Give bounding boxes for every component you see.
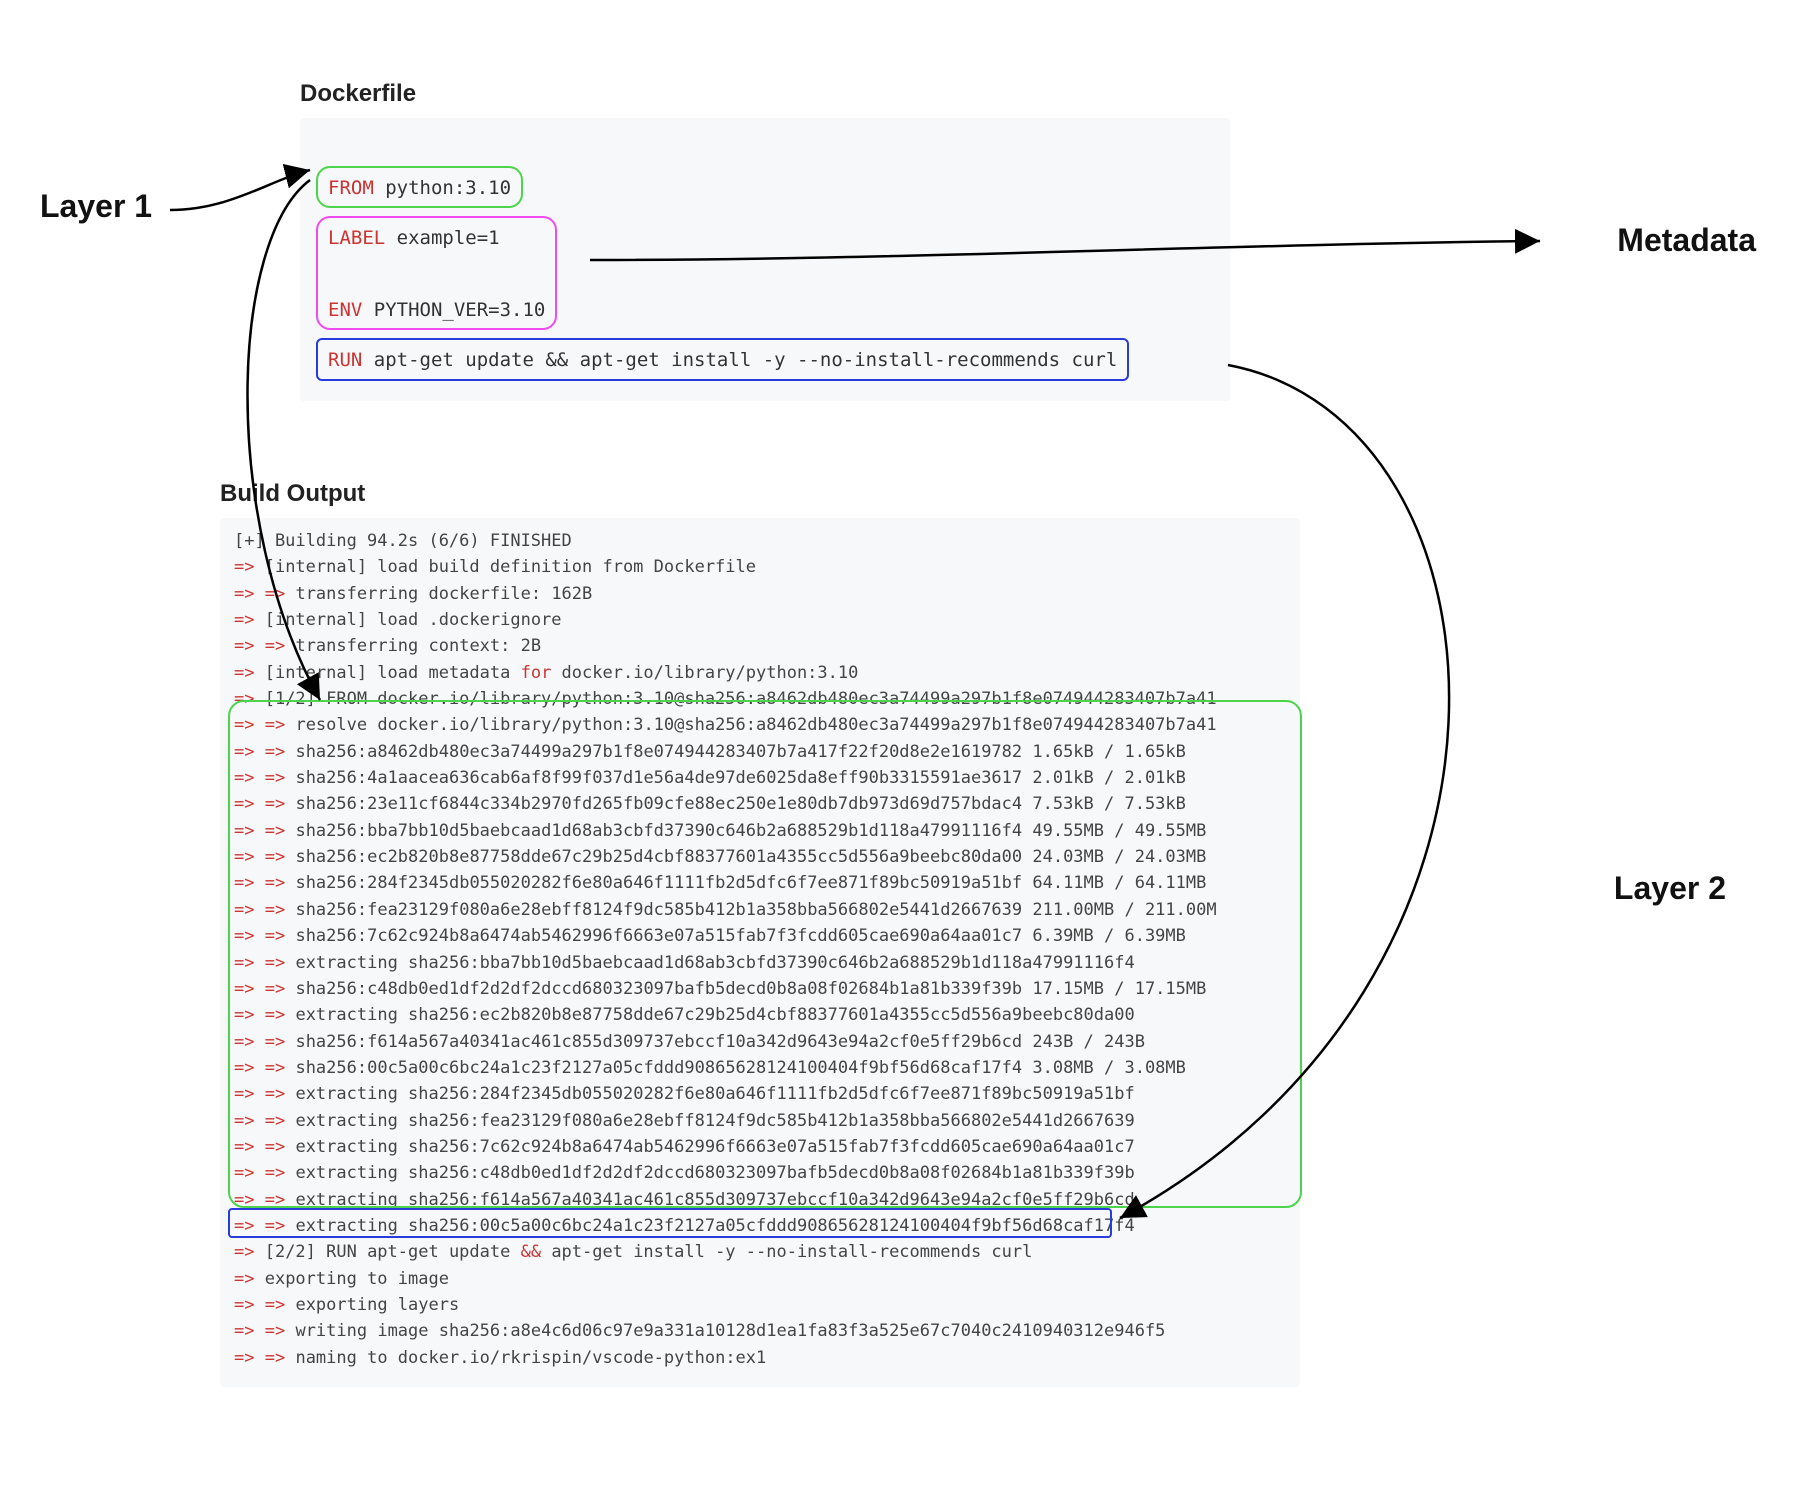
build-line: => => extracting sha256:f614a567a40341ac… [234,1187,1286,1213]
label-keyword: LABEL [328,227,385,249]
build-line: => => extracting sha256:7c62c924b8a6474a… [234,1134,1286,1160]
from-line-box: FROM python:3.10 [316,166,523,208]
layer1-label: Layer 1 [40,188,152,225]
label-env-box: LABEL example=1 ENV PYTHON_VER=3.10 [316,216,557,330]
build-line: => => sha256:c48db0ed1df2d2df2dccd680323… [234,976,1286,1002]
build-line: => => sha256:bba7bb10d5baebcaad1d68ab3cb… [234,818,1286,844]
build-line: => => extracting sha256:284f2345db055020… [234,1081,1286,1107]
label-value: example=1 [385,227,499,249]
build-line: => [internal] load metadata for docker.i… [234,660,1286,686]
build-line: => => sha256:284f2345db055020282f6e80a64… [234,870,1286,896]
build-line: => => sha256:a8462db480ec3a74499a297b1f8… [234,739,1286,765]
build-line: => => writing image sha256:a8e4c6d06c97e… [234,1318,1286,1344]
build-line: => [internal] load .dockerignore [234,607,1286,633]
dockerfile-section: Dockerfile FROM python:3.10 LABEL exampl… [300,80,1230,401]
from-keyword: FROM [328,177,374,199]
build-line: => => sha256:ec2b820b8e87758dde67c29b25d… [234,844,1286,870]
build-line: => [1/2] FROM docker.io/library/python:3… [234,686,1286,712]
build-line: => exporting to image [234,1266,1286,1292]
dockerfile-title: Dockerfile [300,80,1230,108]
env-keyword: ENV [328,299,362,321]
run-keyword: RUN [328,349,362,371]
build-line: => => sha256:23e11cf6844c334b2970fd265fb… [234,791,1286,817]
build-line: => => resolve docker.io/library/python:3… [234,712,1286,738]
build-line: => => sha256:f614a567a40341ac461c855d309… [234,1029,1286,1055]
dockerfile-code: FROM python:3.10 LABEL example=1 ENV PYT… [300,118,1230,401]
build-output-section: Build Output [+] Building 94.2s (6/6) FI… [220,480,1300,1387]
build-line: => => sha256:7c62c924b8a6474ab5462996f66… [234,923,1286,949]
run-line-box: RUN apt-get update && apt-get install -y… [316,338,1129,380]
layer2-label: Layer 2 [1614,870,1726,907]
build-line: => => sha256:00c5a00c6bc24a1c23f2127a05c… [234,1055,1286,1081]
build-line: => => transferring dockerfile: 162B [234,581,1286,607]
build-line: => [2/2] RUN apt-get update && apt-get i… [234,1239,1286,1265]
build-line: => => extracting sha256:00c5a00c6bc24a1c… [234,1213,1286,1239]
build-line: => => exporting layers [234,1292,1286,1318]
build-line: => => naming to docker.io/rkrispin/vscod… [234,1345,1286,1371]
build-line: => => extracting sha256:c48db0ed1df2d2df… [234,1160,1286,1186]
build-line: => => transferring context: 2B [234,633,1286,659]
build-line: => => sha256:4a1aacea636cab6af8f99f037d1… [234,765,1286,791]
build-line: [+] Building 94.2s (6/6) FINISHED [234,528,1286,554]
from-value: python:3.10 [374,177,511,199]
build-line: => => sha256:fea23129f080a6e28ebff8124f9… [234,897,1286,923]
build-line: => => extracting sha256:ec2b820b8e87758d… [234,1002,1286,1028]
build-output-title: Build Output [220,480,1300,508]
build-output-code: [+] Building 94.2s (6/6) FINISHED=> [int… [220,518,1300,1387]
build-line: => [internal] load build definition from… [234,554,1286,580]
build-line: => => extracting sha256:bba7bb10d5baebca… [234,950,1286,976]
run-value: apt-get update && apt-get install -y --n… [362,349,1117,371]
metadata-label: Metadata [1617,222,1756,259]
build-line: => => extracting sha256:fea23129f080a6e2… [234,1108,1286,1134]
env-value: PYTHON_VER=3.10 [362,299,545,321]
